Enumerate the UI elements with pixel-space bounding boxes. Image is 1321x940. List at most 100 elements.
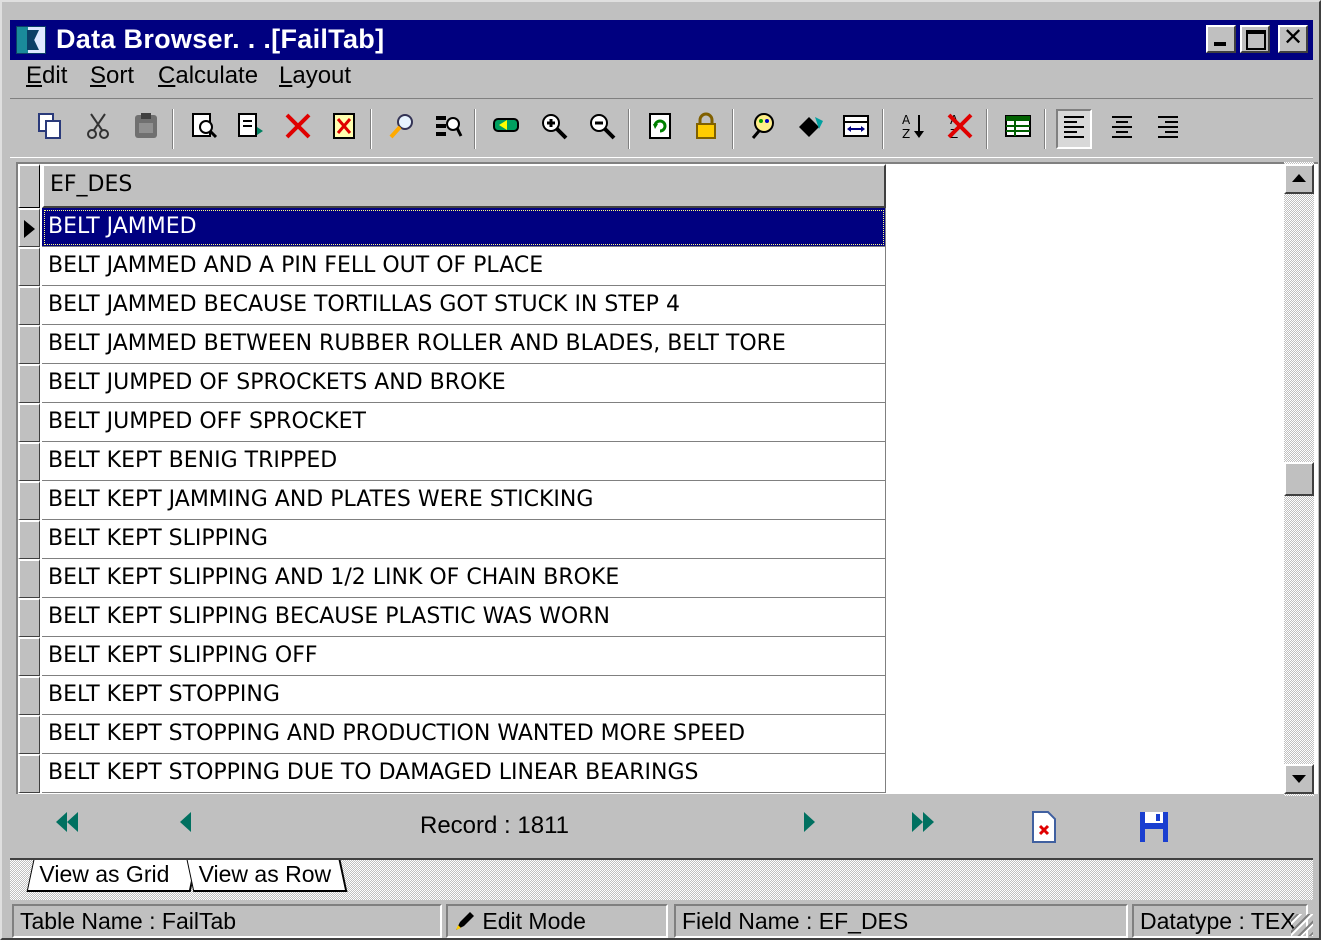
menu-calculate[interactable]: Calculate bbox=[158, 62, 258, 90]
delete-record-icon[interactable] bbox=[326, 111, 362, 147]
vertical-scrollbar[interactable] bbox=[1284, 162, 1314, 796]
clear-sort-icon[interactable]: AZ bbox=[942, 111, 978, 147]
align-center-icon[interactable] bbox=[1104, 111, 1140, 147]
grid-cell[interactable]: BELT KEPT STOPPING AND PRODUCTION WANTED… bbox=[42, 715, 886, 754]
row-selector[interactable] bbox=[18, 598, 40, 637]
scroll-down-button[interactable] bbox=[1284, 764, 1314, 794]
menu-edit[interactable]: Edit bbox=[26, 62, 67, 90]
refresh-icon[interactable] bbox=[642, 111, 678, 147]
svg-text:Z: Z bbox=[902, 127, 910, 141]
grid-cell[interactable]: BELT JAMMED bbox=[42, 208, 886, 247]
minimize-button[interactable] bbox=[1206, 25, 1236, 53]
save-record-button[interactable] bbox=[1138, 810, 1170, 842]
grid-body: BELT JAMMED BELT JAMMED AND A PIN FELL OU… bbox=[18, 208, 886, 793]
row-selector[interactable] bbox=[18, 286, 40, 325]
row-selector[interactable] bbox=[18, 325, 40, 364]
table-row[interactable]: BELT JUMPED OF SPROCKETS AND BROKE bbox=[18, 364, 886, 403]
grid-cell[interactable]: BELT JAMMED BECAUSE TORTILLAS GOT STUCK … bbox=[42, 286, 886, 325]
app-icon[interactable] bbox=[16, 26, 46, 54]
row-selector[interactable] bbox=[18, 520, 40, 559]
grid-cell[interactable]: BELT JAMMED AND A PIN FELL OUT OF PLACE bbox=[42, 247, 886, 286]
next-record-button[interactable] bbox=[804, 812, 815, 844]
maximize-button[interactable] bbox=[1240, 25, 1270, 53]
grid-cell[interactable]: BELT KEPT SLIPPING bbox=[42, 520, 886, 559]
paint-icon[interactable] bbox=[792, 111, 828, 147]
resize-grip[interactable] bbox=[1291, 914, 1313, 936]
row-selector[interactable] bbox=[18, 442, 40, 481]
table-row[interactable]: BELT JAMMED AND A PIN FELL OUT OF PLACE bbox=[18, 247, 886, 286]
row-selector[interactable] bbox=[18, 637, 40, 676]
zoom-out-icon[interactable] bbox=[584, 111, 620, 147]
grid-cell[interactable]: BELT KEPT STOPPING bbox=[42, 676, 886, 715]
go-to-icon[interactable] bbox=[488, 111, 524, 147]
table-row[interactable]: BELT KEPT STOPPING bbox=[18, 676, 886, 715]
delete-icon[interactable] bbox=[280, 111, 316, 147]
grid-cell[interactable]: BELT KEPT SLIPPING BECAUSE PLASTIC WAS W… bbox=[42, 598, 886, 637]
zoom-in-icon[interactable] bbox=[536, 111, 572, 147]
sort-az-icon[interactable]: AZ bbox=[896, 111, 932, 147]
search-icon[interactable] bbox=[384, 111, 420, 147]
align-left-icon[interactable] bbox=[1056, 109, 1092, 149]
close-button[interactable]: ✕ bbox=[1278, 25, 1308, 53]
row-selector[interactable] bbox=[18, 754, 40, 793]
table-row[interactable]: BELT KEPT BENIG TRIPPED bbox=[18, 442, 886, 481]
paste-icon[interactable] bbox=[128, 111, 164, 147]
first-record-button[interactable] bbox=[56, 812, 78, 844]
fit-columns-icon[interactable] bbox=[838, 111, 874, 147]
delete-record-button[interactable] bbox=[1030, 810, 1058, 843]
current-row-pointer-icon bbox=[24, 220, 35, 238]
toolbar-separator bbox=[882, 109, 884, 149]
table-row[interactable]: BELT KEPT SLIPPING bbox=[18, 520, 886, 559]
column-header-ef-des[interactable]: EF_DES bbox=[42, 164, 886, 208]
previous-record-button[interactable] bbox=[180, 812, 191, 844]
toolbar-separator bbox=[986, 109, 988, 149]
table-row[interactable]: BELT KEPT STOPPING AND PRODUCTION WANTED… bbox=[18, 715, 886, 754]
row-selector[interactable] bbox=[18, 403, 40, 442]
grid-cell[interactable]: BELT KEPT BENIG TRIPPED bbox=[42, 442, 886, 481]
title-bar[interactable]: Data Browser. . .[FailTab] ✕ bbox=[10, 20, 1313, 60]
grid-cell[interactable]: BELT JAMMED BETWEEN RUBBER ROLLER AND BL… bbox=[42, 325, 886, 364]
copy-icon[interactable] bbox=[32, 111, 68, 147]
table-row[interactable]: BELT KEPT JAMMING AND PLATES WERE STICKI… bbox=[18, 481, 886, 520]
grid-cell[interactable]: BELT KEPT STOPPING DUE TO DAMAGED LINEAR… bbox=[42, 754, 886, 793]
tab-view-as-grid[interactable]: View as Grid bbox=[26, 860, 198, 892]
lock-icon[interactable] bbox=[688, 111, 724, 147]
select-all-corner[interactable] bbox=[18, 164, 40, 208]
grid-cell[interactable]: BELT KEPT SLIPPING OFF bbox=[42, 637, 886, 676]
last-record-button[interactable] bbox=[912, 812, 934, 844]
data-grid[interactable]: EF_DES BELT JAMMED BELT JAMMED AND A PIN … bbox=[16, 162, 1318, 794]
find-record-icon[interactable] bbox=[186, 111, 222, 147]
table-row[interactable]: BELT KEPT SLIPPING OFF bbox=[18, 637, 886, 676]
grid-cell[interactable]: BELT JUMPED OFF SPROCKET bbox=[42, 403, 886, 442]
edit-record-icon[interactable] bbox=[232, 111, 268, 147]
table-row[interactable]: BELT JUMPED OFF SPROCKET bbox=[18, 403, 886, 442]
menu-bar: Edit Sort Calculate Layout bbox=[10, 62, 1313, 92]
row-selector[interactable] bbox=[18, 715, 40, 754]
cut-icon[interactable] bbox=[80, 111, 116, 147]
scroll-thumb[interactable] bbox=[1284, 462, 1314, 496]
menu-sort[interactable]: Sort bbox=[90, 62, 134, 90]
table-row[interactable]: BELT JAMMED BETWEEN RUBBER ROLLER AND BL… bbox=[18, 325, 886, 364]
table-row[interactable]: BELT KEPT STOPPING DUE TO DAMAGED LINEAR… bbox=[18, 754, 886, 793]
grid-lines-icon[interactable] bbox=[1000, 111, 1036, 147]
grid-cell[interactable]: BELT KEPT JAMMING AND PLATES WERE STICKI… bbox=[42, 481, 886, 520]
align-right-icon[interactable] bbox=[1150, 111, 1186, 147]
record-navigation: Record : 1811 bbox=[10, 798, 1313, 858]
find-replace-icon[interactable] bbox=[430, 111, 466, 147]
grid-cell[interactable]: BELT KEPT SLIPPING AND 1/2 LINK OF CHAIN… bbox=[42, 559, 886, 598]
row-selector[interactable] bbox=[18, 364, 40, 403]
filter-icon[interactable] bbox=[746, 111, 782, 147]
row-selector[interactable] bbox=[18, 676, 40, 715]
table-row[interactable]: BELT KEPT SLIPPING BECAUSE PLASTIC WAS W… bbox=[18, 598, 886, 637]
row-selector[interactable] bbox=[18, 247, 40, 286]
table-row[interactable]: BELT JAMMED BECAUSE TORTILLAS GOT STUCK … bbox=[18, 286, 886, 325]
tab-view-as-row[interactable]: View as Row bbox=[186, 860, 348, 892]
row-selector[interactable] bbox=[18, 208, 40, 247]
table-row[interactable]: BELT KEPT SLIPPING AND 1/2 LINK OF CHAIN… bbox=[18, 559, 886, 598]
row-selector[interactable] bbox=[18, 481, 40, 520]
table-row[interactable]: BELT JAMMED bbox=[18, 208, 886, 247]
menu-layout[interactable]: Layout bbox=[279, 62, 351, 90]
grid-cell[interactable]: BELT JUMPED OF SPROCKETS AND BROKE bbox=[42, 364, 886, 403]
row-selector[interactable] bbox=[18, 559, 40, 598]
scroll-up-button[interactable] bbox=[1284, 164, 1314, 194]
